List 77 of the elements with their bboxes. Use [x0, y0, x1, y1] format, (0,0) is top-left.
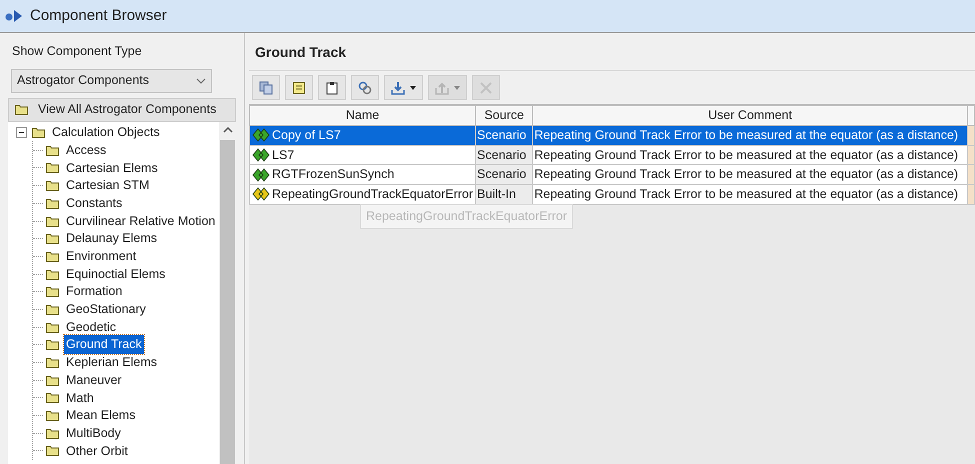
folder-icon — [46, 233, 59, 244]
collapse-toggle[interactable] — [16, 127, 27, 138]
table-row[interactable]: RepeatingGroundTrackEquatorError Built-In Repeating Ground Track Error to be measured at the equator (as a distance) — [250, 184, 974, 204]
folder-icon — [46, 250, 59, 262]
tree-item[interactable]: Calculation Objects — [50, 123, 162, 142]
tree-item[interactable]: Maneuver — [64, 370, 124, 390]
folder-icon — [46, 374, 59, 386]
chevron-down-icon — [196, 78, 206, 84]
tree-item[interactable]: GeoStationary — [64, 300, 148, 319]
folder-icon — [46, 322, 59, 333]
table-row[interactable]: Copy of LS7 Scenario Repeating Ground Track Error to be measured at the equator (as a distance) — [250, 125, 974, 145]
component-name: LS7 — [272, 146, 294, 164]
upload-icon — [435, 80, 449, 94]
close-icon — [479, 80, 493, 94]
folder-icon — [46, 392, 59, 404]
table-cell: Repeating Ground Track Error to be measured at the equator (as a distance) — [532, 184, 968, 204]
component-type-dropdown[interactable]: Astrogator Components — [11, 68, 212, 93]
component-name: Copy of LS7 — [272, 126, 341, 144]
tree-item[interactable]: Curvilinear Relative Motion — [64, 212, 218, 230]
panel-title: Ground Track — [255, 44, 346, 60]
clipboard-icon — [325, 80, 339, 94]
table-row[interactable]: RGTFrozenSunSynch Scenario Repeating Ground Track Error to be measured at the equator (as a distance) — [250, 164, 974, 184]
folder-icon — [46, 198, 59, 209]
folder-icon — [46, 339, 59, 350]
tree-item[interactable]: Mean Elems — [64, 406, 138, 425]
folder-icon — [46, 286, 59, 298]
caret-icon — [410, 86, 416, 90]
folder-icon — [46, 162, 59, 174]
tree-item[interactable]: Math — [64, 388, 96, 408]
tree-item[interactable]: Ground Track — [64, 335, 144, 354]
scroll-thumb[interactable] — [220, 140, 235, 464]
minus-icon — [19, 132, 24, 134]
tree-item[interactable]: MultiBody — [64, 424, 123, 443]
tree-item[interactable]: Geodetic — [64, 318, 118, 337]
folder-icon — [46, 445, 59, 456]
folder-icon — [46, 144, 59, 156]
column-header[interactable]: User Comment — [532, 106, 968, 126]
tree-item[interactable]: Cartesian Elems — [64, 158, 160, 178]
folder-icon — [46, 216, 59, 227]
table-row[interactable]: LS7 Scenario Repeating Ground Track Error to be measured at the equator (as a distance) — [250, 145, 974, 165]
folder-icon — [46, 357, 59, 368]
tree-item[interactable]: Other Orbit — [64, 442, 130, 460]
table-cell: Repeating Ground Track Error to be measured at the equator (as a distance) — [532, 125, 968, 145]
note-icon — [292, 80, 306, 94]
folder-icon — [46, 180, 59, 192]
tree-item[interactable]: Keplerian Elems — [64, 353, 160, 372]
table-cell: Built-In — [476, 184, 533, 204]
table-cell: Scenario — [476, 145, 533, 165]
link-icon — [358, 80, 372, 94]
folder-icon — [32, 127, 45, 138]
component-name: RGTFrozenSunSynch — [272, 166, 394, 184]
tree-item[interactable]: Delaunay Elems — [64, 229, 160, 248]
folder-icon — [46, 428, 59, 439]
copy-icon — [259, 80, 273, 94]
caret-icon — [454, 86, 460, 90]
folder-icon — [46, 304, 59, 315]
folder-icon — [46, 268, 59, 280]
column-header[interactable]: Name — [250, 106, 476, 126]
column-header[interactable]: Source — [476, 106, 533, 126]
tree-item[interactable]: Constants — [64, 194, 124, 213]
tree-item[interactable]: Equinoctial Elems — [64, 264, 168, 284]
table-cell: Scenario — [476, 164, 533, 184]
window-title: Component Browser — [30, 6, 167, 26]
folder-icon — [46, 410, 59, 422]
show-type-label: Show Component Type — [12, 43, 143, 60]
folder-icon — [15, 104, 28, 116]
scrollbar[interactable] — [219, 122, 236, 464]
download-icon — [391, 80, 405, 94]
view-all-button[interactable]: View All Astrogator Components — [8, 98, 236, 122]
toolbar-button[interactable] — [318, 75, 346, 100]
tooltip: RepeatingGroundTrackEquatorError — [360, 204, 574, 229]
tree-item[interactable]: Formation — [64, 282, 124, 302]
component-name: RepeatingGroundTrackEquatorError — [272, 186, 474, 203]
tree-item[interactable]: Cartesian STM — [64, 176, 152, 196]
tree-item[interactable]: Access — [64, 140, 108, 160]
table-cell: Scenario — [476, 125, 533, 145]
tree-item[interactable]: Environment — [64, 247, 138, 266]
